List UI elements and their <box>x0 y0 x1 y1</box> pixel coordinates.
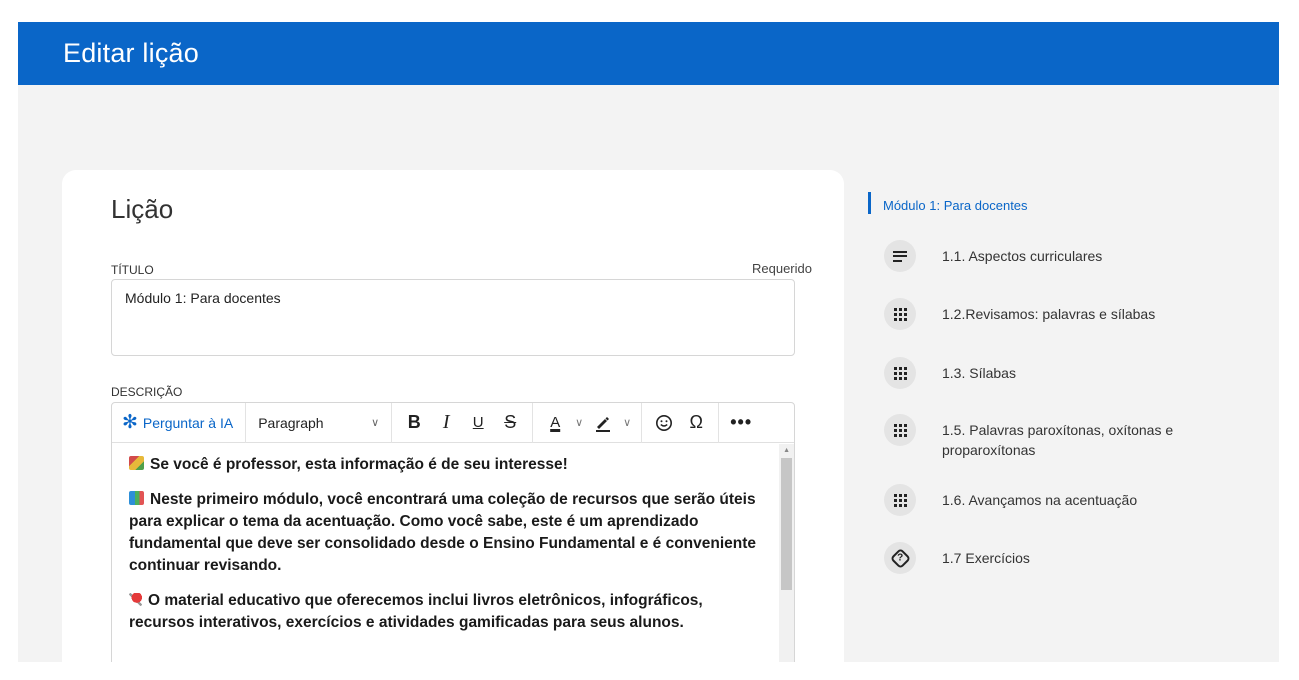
app-frame: Editar lição Lição TÍTULO Requerido Módu… <box>18 22 1279 662</box>
sidebar-item-avancamos[interactable]: 1.6. Avançamos na acentuação <box>884 484 1212 516</box>
special-character-button[interactable]: Ω <box>680 408 712 438</box>
title-label: TÍTULO <box>111 263 154 277</box>
sidebar-item-aspectos[interactable]: 1.1. Aspectos curriculares <box>884 240 1212 272</box>
sidebar-item-label: 1.3. Sílabas <box>942 365 1016 381</box>
lesson-card: Lição TÍTULO Requerido Módulo 1: Para do… <box>62 170 844 662</box>
ai-sparkle-icon: ✻ <box>122 412 138 433</box>
emoji-button[interactable] <box>648 408 680 438</box>
italic-button[interactable]: I <box>430 408 462 438</box>
paragraph: Neste primeiro módulo, você encontrará u… <box>129 491 757 574</box>
teacher-emoji-icon <box>129 456 144 470</box>
paragraph: O material educativo que oferecemos incl… <box>129 592 703 631</box>
sidebar-item-label: 1.1. Aspectos curriculares <box>942 248 1103 264</box>
chevron-down-icon: ∨ <box>371 417 380 429</box>
highlight-button[interactable] <box>587 408 619 438</box>
sidebar-item-silabas[interactable]: 1.3. Sílabas <box>884 357 1212 389</box>
grid-icon <box>884 298 916 330</box>
sidebar-item-label: 1.6. Avançamos na acentuação <box>942 492 1138 508</box>
active-indicator <box>868 192 871 214</box>
format-select[interactable]: Paragraph ∨ <box>246 403 391 443</box>
ask-ai-button[interactable]: ✻ Perguntar à IA <box>112 403 245 443</box>
grid-icon <box>884 357 916 389</box>
title-input[interactable]: Módulo 1: Para docentes <box>111 279 795 356</box>
underline-button[interactable]: U <box>462 408 494 438</box>
text-color-button[interactable]: A <box>539 408 571 438</box>
bold-button[interactable]: B <box>398 408 430 438</box>
description-label: DESCRIÇÃO <box>111 385 183 399</box>
chevron-down-icon[interactable]: ∨ <box>619 416 635 429</box>
text-lines-icon <box>884 240 916 272</box>
ask-ai-label: Perguntar à IA <box>142 414 234 431</box>
quiz-icon: ? <box>884 542 916 574</box>
description-editor: ✻ Perguntar à IA Paragraph ∨ B I U S A ∨… <box>111 402 795 662</box>
sidebar-item-label: 1.7 Exercícios <box>942 550 1030 566</box>
format-select-value: Paragraph <box>258 414 324 431</box>
grid-icon <box>884 414 916 446</box>
editor-content[interactable]: Se você é professor, esta informação é d… <box>112 444 778 662</box>
highlighter-icon <box>596 416 611 432</box>
card-title: Lição <box>111 194 174 224</box>
editor-scrollbar-thumb[interactable] <box>781 458 792 590</box>
required-label: Requerido <box>752 261 812 276</box>
page-title: Editar lição <box>63 38 199 68</box>
strikethrough-button[interactable]: S <box>494 408 526 438</box>
sidebar-item-exercicios[interactable]: ? 1.7 Exercícios <box>884 542 1212 574</box>
sidebar-item-label: 1.2.Revisamos: palavras e sílabas <box>942 306 1156 322</box>
more-options-button[interactable]: ••• <box>725 408 757 438</box>
sidebar-module-active[interactable]: Módulo 1: Para docentes <box>883 198 1028 213</box>
header-bar: Editar lição <box>18 22 1279 85</box>
sidebar-item-palavras[interactable]: 1.5. Palavras paroxítonas, oxítonas e pr… <box>884 414 1212 460</box>
chevron-down-icon[interactable]: ∨ <box>571 416 587 429</box>
pushpin-emoji-icon <box>129 593 142 606</box>
editor-toolbar: ✻ Perguntar à IA Paragraph ∨ B I U S A ∨… <box>112 402 794 443</box>
scroll-up-arrow-icon[interactable]: ▲ <box>783 447 790 454</box>
smiley-icon <box>656 414 673 431</box>
sidebar-item-label: 1.5. Palavras paroxítonas, oxítonas e pr… <box>942 422 1174 458</box>
books-emoji-icon <box>129 491 144 505</box>
grid-icon <box>884 484 916 516</box>
sidebar-item-revisamos[interactable]: 1.2.Revisamos: palavras e sílabas <box>884 298 1212 330</box>
paragraph: Se você é professor, esta informação é d… <box>129 454 762 476</box>
